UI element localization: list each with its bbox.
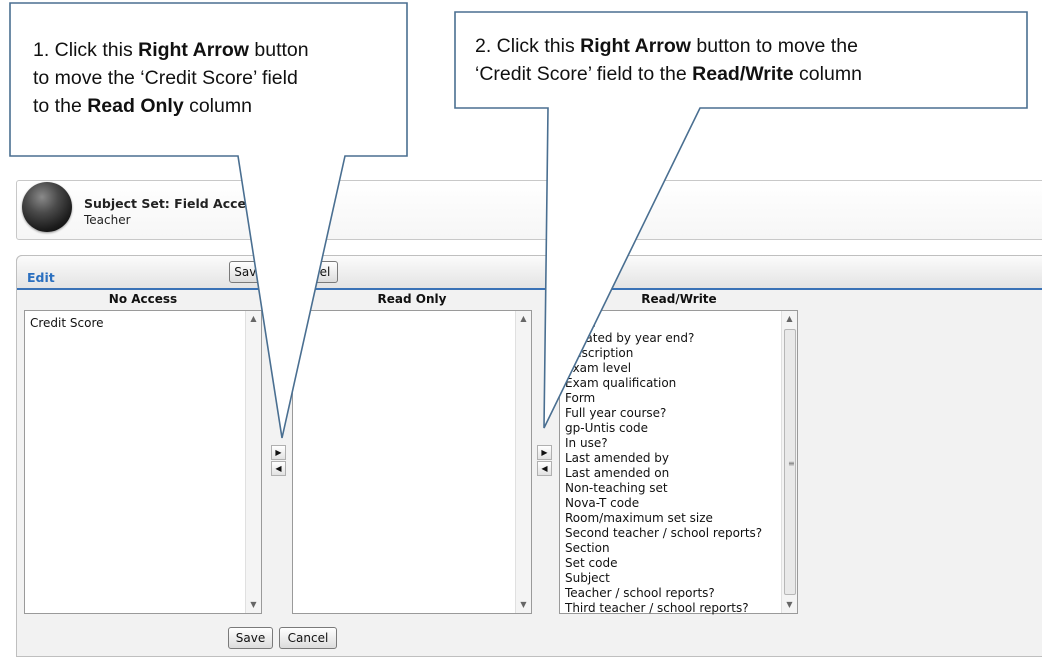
callout-text-segment: ‘Credit Score’ field to the — [475, 63, 693, 85]
callout-line: ‘Credit Score’ field to the Read/Write c… — [475, 60, 1020, 88]
callout-line: to the Read Only column — [33, 92, 403, 120]
callout-line: to move the ‘Credit Score’ field — [33, 64, 403, 92]
callout-2-text: 2. Click this Right Arrow button to move… — [475, 32, 1020, 88]
callout-text-segment: to the — [33, 95, 88, 117]
callout-text-segment: 1. Click this — [33, 39, 139, 61]
callout-line: 2. Click this Right Arrow button to move… — [475, 32, 1020, 60]
callout-1-text: 1. Click this Right Arrow button to move … — [33, 36, 403, 120]
callout-text-segment: column — [793, 63, 862, 85]
callout-text-segment: button — [248, 39, 309, 61]
callout-text-segment: column — [183, 95, 252, 117]
callout-emphasis: Read/Write — [692, 63, 794, 85]
callout-emphasis: Read Only — [87, 95, 184, 117]
callout-emphasis: Right Arrow — [580, 35, 691, 57]
callout-emphasis: Right Arrow — [138, 39, 249, 61]
callout-line: 1. Click this Right Arrow button — [33, 36, 403, 64]
callout-text-segment: to move the ‘Credit Score’ field — [33, 67, 298, 89]
callout-text-segment: 2. Click this — [475, 35, 581, 57]
callout-text-segment: button to move the — [690, 35, 858, 57]
